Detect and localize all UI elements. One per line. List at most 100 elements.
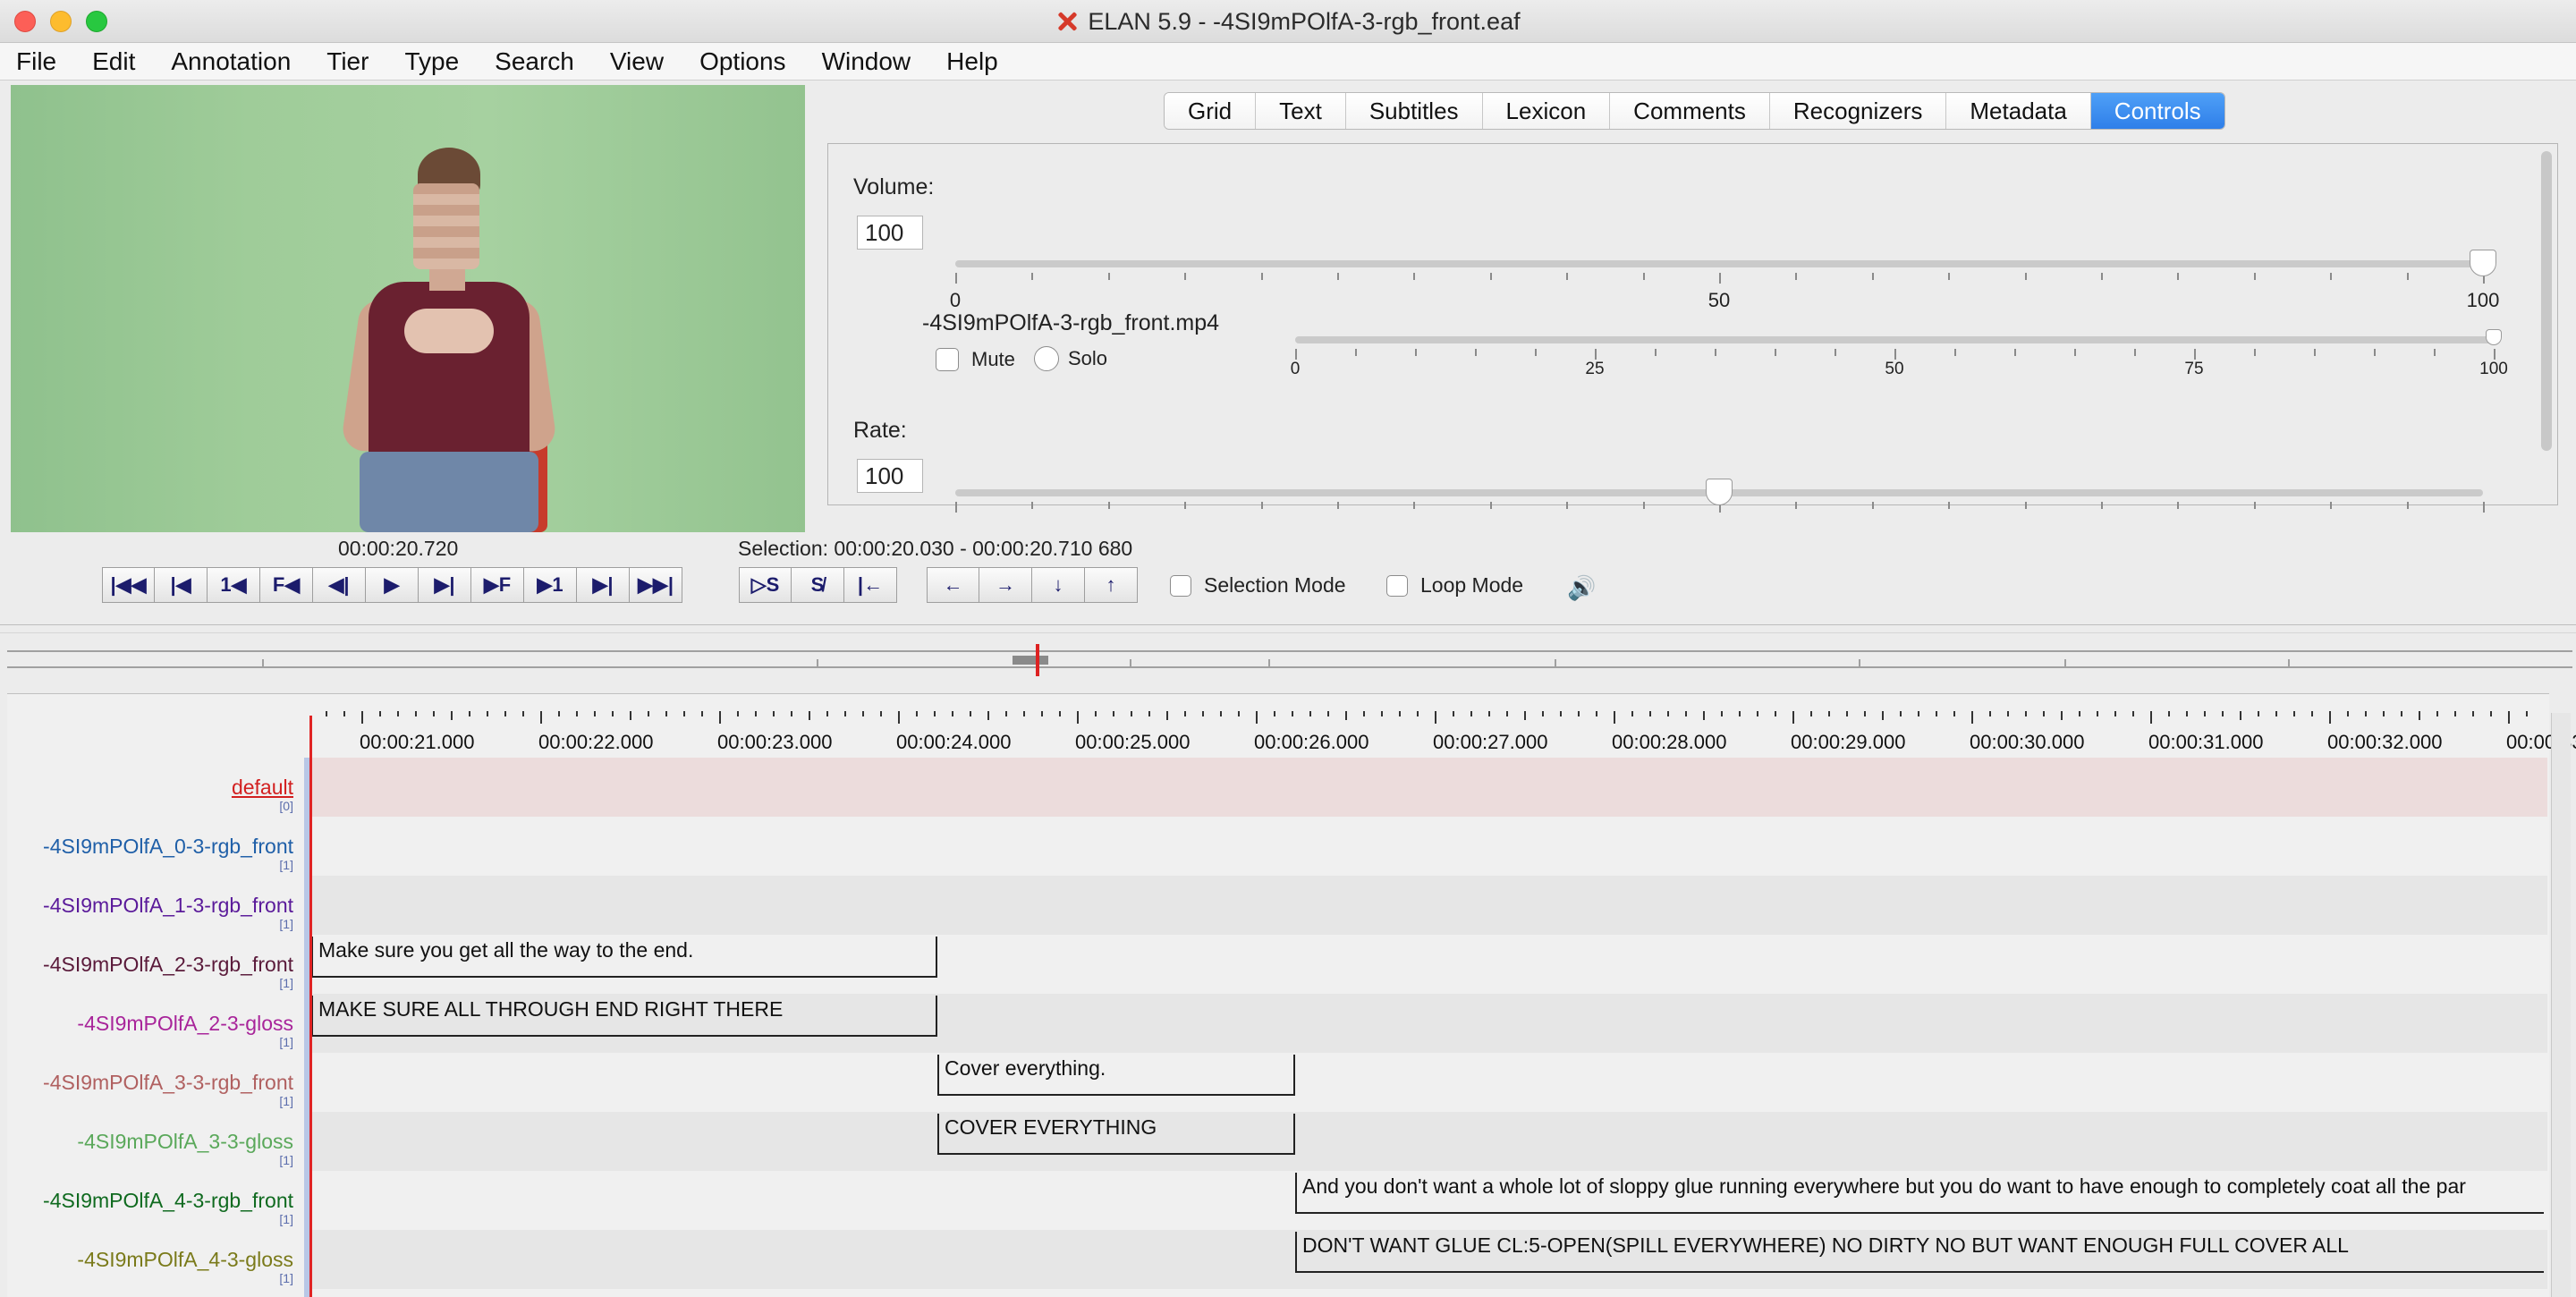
player-buttons-9[interactable]: ▶| [577, 567, 630, 603]
tier-row-4si9mpolfa-0-3-rgb-front[interactable] [311, 817, 2547, 876]
tier-label-4si9mpolfa-4-3-rgb-front[interactable]: -4SI9mPOlfA_4-3-rgb_front [43, 1189, 293, 1213]
ruler-tick [2168, 711, 2170, 716]
ruler-tick [343, 711, 345, 716]
annotation[interactable]: MAKE SURE ALL THROUGH END RIGHT THERE [311, 996, 937, 1037]
tier-label-default[interactable]: default [232, 776, 293, 800]
tier-label-4si9mpolfa-3-3-gloss[interactable]: -4SI9mPOlfA_3-3-gloss [77, 1130, 293, 1154]
player-buttons-6[interactable]: ▶| [419, 567, 471, 603]
menu-file[interactable]: File [16, 47, 56, 76]
tier-label-4si9mpolfa-0-3-rgb-front[interactable]: -4SI9mPOlfA_0-3-rgb_front [43, 835, 293, 859]
tier-row-default[interactable] [311, 758, 2547, 817]
player-buttons-3[interactable]: F◀ [260, 567, 313, 603]
nav-buttons-3[interactable]: ↑ [1085, 567, 1138, 603]
tab-lexicon[interactable]: Lexicon [1482, 93, 1611, 129]
player-buttons-4[interactable]: ◀| [313, 567, 366, 603]
loop-mode-label: Loop Mode [1420, 573, 1524, 597]
selection-mode-toggle[interactable]: Selection Mode [1170, 573, 1346, 598]
loop-mode-toggle[interactable]: Loop Mode [1386, 573, 1523, 598]
ruler-tick [1148, 711, 1150, 716]
player-buttons-10[interactable]: ▶▶| [630, 567, 682, 603]
menu-view[interactable]: View [610, 47, 664, 76]
tab-text[interactable]: Text [1256, 93, 1346, 129]
timeline-overview[interactable] [7, 650, 2572, 668]
volume-slider[interactable]: 0 50 100 [950, 250, 2499, 318]
player-buttons-8[interactable]: ▶1 [524, 567, 577, 603]
menu-tier[interactable]: Tier [326, 47, 369, 76]
player-buttons-2[interactable]: 1◀ [208, 567, 260, 603]
sel-buttons-2[interactable]: |← [844, 567, 897, 603]
vol-slider-tick [2101, 273, 2103, 280]
nav-buttons-0[interactable]: ← [927, 567, 979, 603]
menu-window[interactable]: Window [822, 47, 911, 76]
rate-slider-tick [2253, 502, 2256, 509]
tab-metadata[interactable]: Metadata [1946, 93, 2091, 129]
ruler-tick [469, 711, 470, 716]
sel-buttons-1[interactable]: S̸ [792, 567, 844, 603]
vol-slider-scale-label: 0 [949, 289, 962, 311]
file-slider-knob[interactable] [2486, 329, 2502, 345]
ruler-label: 00:00:31.000 [2148, 731, 2264, 753]
tier-row-4si9mpolfa-3-3-gloss[interactable] [311, 1112, 2547, 1171]
rate-slider[interactable] [955, 479, 2485, 547]
time-ruler[interactable]: 00:00:21.000 00:00:22.000 00:00:23.000 00:0… [304, 711, 2576, 758]
rate-slider-knob[interactable] [1706, 479, 1733, 505]
menu-edit[interactable]: Edit [92, 47, 135, 76]
split-divider[interactable] [0, 624, 2576, 633]
annotation[interactable]: Cover everything. [937, 1055, 1295, 1096]
ruler-tick [2508, 711, 2510, 724]
annotation[interactable]: Make sure you get all the way to the end… [311, 937, 937, 978]
player-buttons-7[interactable]: ▶F [471, 567, 524, 603]
tab-comments[interactable]: Comments [1610, 93, 1770, 129]
player-buttons-0[interactable]: |◀◀ [102, 567, 155, 603]
ruler-tick [2275, 711, 2277, 716]
menu-help[interactable]: Help [946, 47, 998, 76]
tier-label-4si9mpolfa-3-3-rgb-front[interactable]: -4SI9mPOlfA_3-3-rgb_front [43, 1071, 293, 1095]
tab-recognizers[interactable]: Recognizers [1769, 93, 1947, 129]
controls-panel-scrollbar[interactable] [2541, 151, 2552, 451]
vol-slider-tick [2177, 273, 2180, 280]
rate-value-field[interactable]: 100 [857, 459, 923, 493]
menu-options[interactable]: Options [699, 47, 786, 76]
loop-mode-checkbox[interactable] [1386, 574, 1408, 597]
menu-type[interactable]: Type [404, 47, 459, 76]
menu-annotation[interactable]: Annotation [171, 47, 291, 76]
vol-slider-knob[interactable] [2470, 250, 2496, 276]
solo-radio[interactable] [1034, 346, 1059, 371]
tier-row-4si9mpolfa-1-3-rgb-front[interactable] [311, 876, 2547, 935]
volume-speaker-icon[interactable]: 🔊 [1567, 574, 1596, 602]
solo-control[interactable]: Solo [1034, 346, 1107, 371]
ruler-tick [1345, 711, 1347, 720]
vol-slider-tick [1107, 273, 1110, 280]
tier-label-4si9mpolfa-1-3-rgb-front[interactable]: -4SI9mPOlfA_1-3-rgb_front [43, 894, 293, 918]
tier-label-4si9mpolfa-2-3-gloss[interactable]: -4SI9mPOlfA_2-3-gloss [77, 1012, 293, 1036]
tier-row-4si9mpolfa-3-3-rgb-front[interactable] [311, 1053, 2547, 1112]
annotation[interactable]: And you don't want a whole lot of sloppy… [1295, 1173, 2544, 1214]
player-buttons-5[interactable]: ▶ [366, 567, 419, 603]
tier-label-4si9mpolfa-2-3-rgb-front[interactable]: -4SI9mPOlfA_2-3-rgb_front [43, 953, 293, 977]
mute-control[interactable]: Mute [936, 348, 1015, 371]
file-slider-tick [1475, 349, 1477, 356]
tab-controls[interactable]: Controls [2090, 93, 2224, 129]
tab-grid[interactable]: Grid [1165, 93, 1257, 129]
nav-buttons-1[interactable]: → [979, 567, 1032, 603]
player-buttons-1[interactable]: |◀ [155, 567, 208, 603]
selection-mode-checkbox[interactable] [1170, 574, 1191, 597]
ruler-tick [1614, 711, 1615, 724]
volume-value-field[interactable]: 100 [857, 216, 923, 250]
tab-subtitles[interactable]: Subtitles [1345, 93, 1483, 129]
sel-buttons-0[interactable]: ▷S [739, 567, 792, 603]
nav-buttons-2[interactable]: ↓ [1032, 567, 1085, 603]
ruler-tick [1900, 711, 1902, 716]
menu-search[interactable]: Search [495, 47, 574, 76]
file-volume-slider[interactable]: 0 25 50 75 100 [1291, 329, 2508, 394]
timeline-vertical-scrollbar[interactable] [2551, 713, 2571, 1297]
ruler-tick [1184, 711, 1186, 716]
playhead-cursor[interactable] [309, 716, 312, 1297]
mute-checkbox[interactable] [936, 348, 959, 371]
annotation[interactable]: COVER EVERYTHING [937, 1114, 1295, 1155]
annotation[interactable]: DON'T WANT GLUE CL:5-OPEN(SPILL EVERYWHE… [1295, 1232, 2544, 1273]
tier-label-4si9mpolfa-4-3-gloss[interactable]: -4SI9mPOlfA_4-3-gloss [77, 1248, 293, 1272]
rate-slider-tick [1337, 502, 1339, 509]
video-viewer[interactable] [11, 85, 805, 532]
ruler-label: 00:00:26.000 [1254, 731, 1369, 753]
